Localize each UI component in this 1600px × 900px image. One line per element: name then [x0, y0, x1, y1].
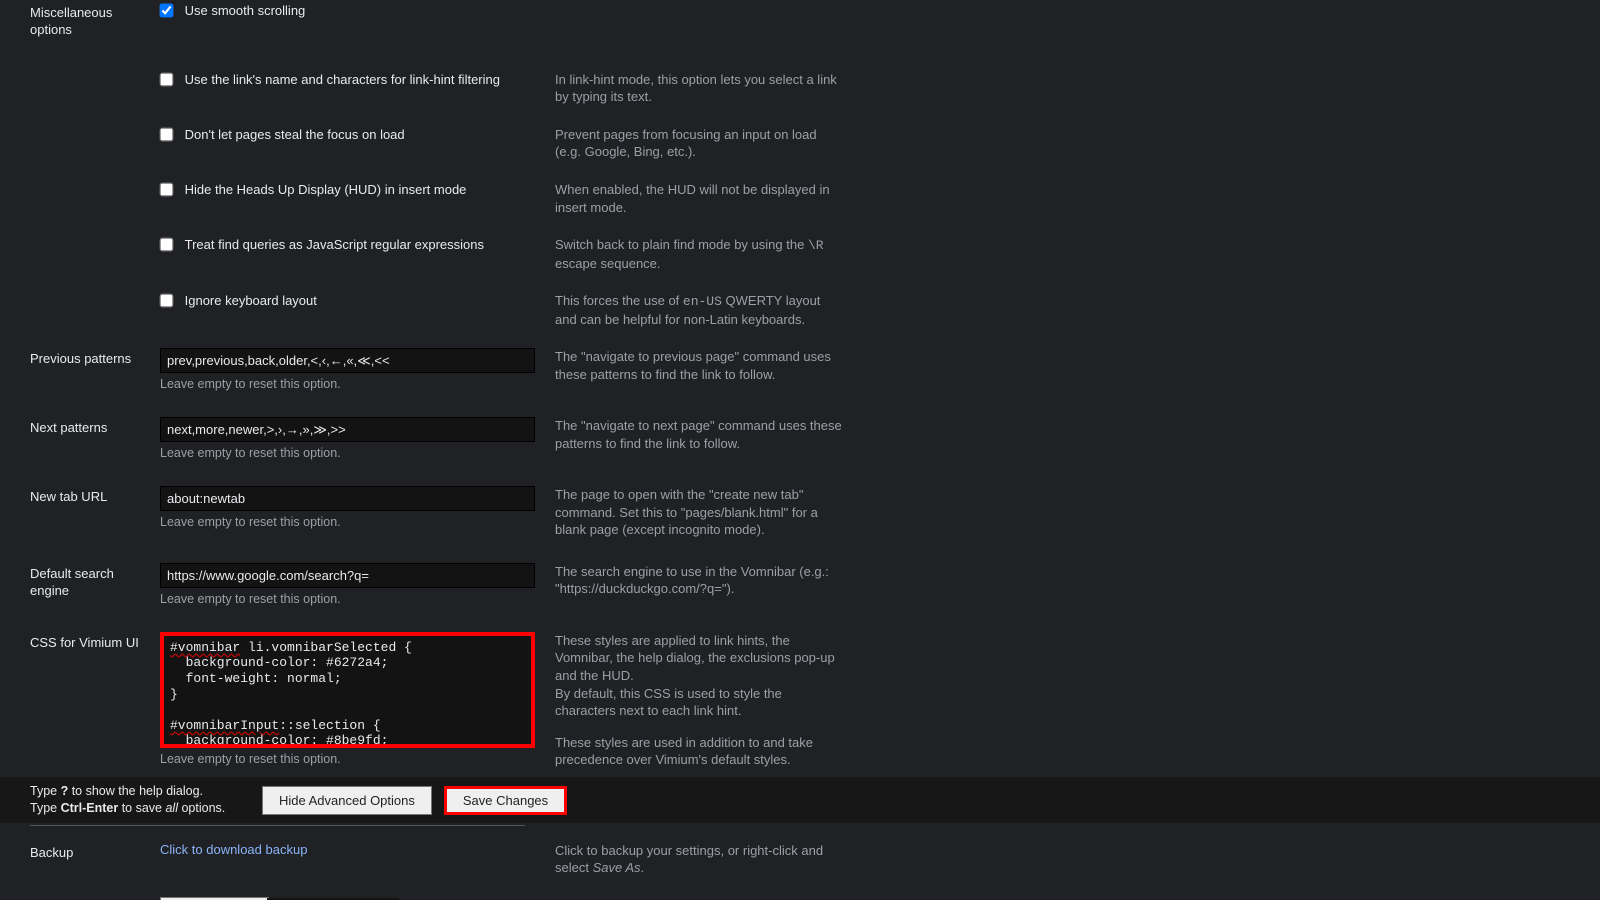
new-tab-url-input[interactable]	[160, 486, 535, 511]
smooth-scrolling-label: Use smooth scrolling	[185, 3, 306, 18]
footer-help-text: Type ? to show the help dialog. Type Ctr…	[30, 783, 262, 817]
link-hint-filtering-option[interactable]: Use the link's name and characters for l…	[160, 71, 500, 86]
smooth-scrolling-option[interactable]: Use smooth scrolling	[160, 2, 305, 17]
search-engine-input[interactable]	[160, 563, 535, 588]
regex-find-checkbox[interactable]	[160, 238, 174, 252]
hide-hud-checkbox[interactable]	[160, 183, 174, 197]
search-engine-label: Default search engine	[30, 563, 160, 600]
link-hint-filtering-checkbox[interactable]	[160, 73, 174, 87]
no-focus-steal-checkbox[interactable]	[160, 128, 174, 142]
misc-options-heading: Miscellaneous options	[30, 2, 160, 39]
next-patterns-label: Next patterns	[30, 417, 160, 435]
previous-patterns-label: Previous patterns	[30, 348, 160, 366]
backup-label: Backup	[30, 842, 160, 860]
no-focus-steal-desc: Prevent pages from focusing an input on …	[555, 126, 845, 161]
ignore-keyboard-option[interactable]: Ignore keyboard layout	[160, 292, 317, 307]
previous-patterns-desc: The "navigate to previous page" command …	[555, 348, 845, 383]
no-focus-steal-option[interactable]: Don't let pages steal the focus on load	[160, 126, 405, 141]
ignore-keyboard-desc: This forces the use of en-US QWERTY layo…	[555, 292, 845, 328]
new-tab-url-label: New tab URL	[30, 486, 160, 504]
new-tab-url-helper: Leave empty to reset this option.	[160, 515, 535, 529]
save-changes-button[interactable]: Save Changes	[444, 786, 567, 815]
hide-hud-desc: When enabled, the HUD will not be displa…	[555, 181, 845, 216]
css-vimium-desc: These styles are applied to link hints, …	[555, 632, 845, 769]
search-engine-desc: The search engine to use in the Vomnibar…	[555, 563, 845, 598]
hide-hud-label: Hide the Heads Up Display (HUD) in inser…	[185, 182, 467, 197]
link-hint-filtering-desc: In link-hint mode, this option lets you …	[555, 71, 845, 106]
css-vimium-label: CSS for Vimium UI	[30, 632, 160, 650]
link-hint-filtering-label: Use the link's name and characters for l…	[185, 72, 500, 87]
new-tab-url-desc: The page to open with the "create new ta…	[555, 486, 845, 539]
next-patterns-helper: Leave empty to reset this option.	[160, 446, 535, 460]
search-engine-helper: Leave empty to reset this option.	[160, 592, 535, 606]
footer-bar: Type ? to show the help dialog. Type Ctr…	[0, 777, 1600, 823]
ignore-keyboard-label: Ignore keyboard layout	[185, 293, 317, 308]
download-backup-link[interactable]: Click to download backup	[160, 842, 307, 857]
previous-patterns-input[interactable]	[160, 348, 535, 373]
smooth-scrolling-checkbox[interactable]	[160, 4, 174, 18]
next-patterns-input[interactable]	[160, 417, 535, 442]
hide-hud-option[interactable]: Hide the Heads Up Display (HUD) in inser…	[160, 181, 466, 196]
no-focus-steal-label: Don't let pages steal the focus on load	[185, 127, 405, 142]
regex-find-desc: Switch back to plain find mode by using …	[555, 236, 845, 272]
hide-advanced-button[interactable]: Hide Advanced Options	[262, 786, 432, 815]
css-vimium-textarea[interactable]: #vomnibar li.vomnibarSelected { backgrou…	[160, 632, 535, 748]
regex-find-option[interactable]: Treat find queries as JavaScript regular…	[160, 236, 484, 251]
previous-patterns-helper: Leave empty to reset this option.	[160, 377, 535, 391]
next-patterns-desc: The "navigate to next page" command uses…	[555, 417, 845, 452]
regex-find-label: Treat find queries as JavaScript regular…	[185, 237, 484, 252]
ignore-keyboard-checkbox[interactable]	[160, 294, 174, 308]
css-vimium-helper: Leave empty to reset this option.	[160, 752, 535, 766]
section-divider	[30, 825, 525, 826]
backup-desc: Click to backup your settings, or right-…	[555, 842, 845, 877]
